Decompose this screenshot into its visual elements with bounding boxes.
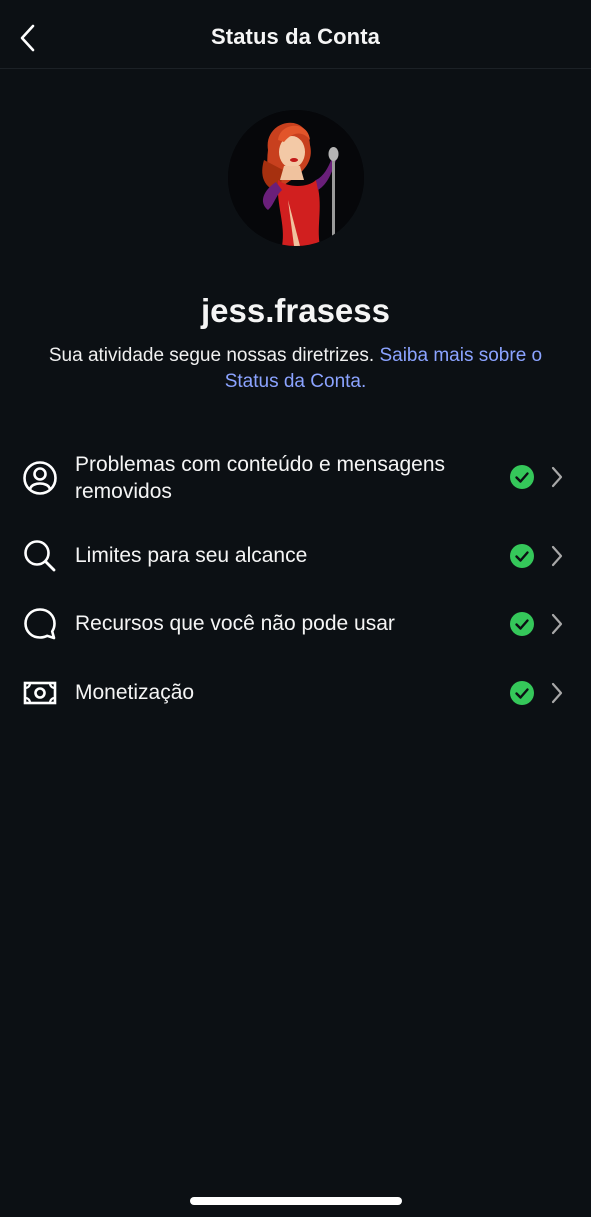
list-item-reach-limits[interactable]: Limites para seu alcance [0,532,591,580]
avatar [228,110,364,246]
check-circle-icon [510,544,534,568]
top-bar: Status da Conta [0,0,591,69]
check-circle-icon [510,681,534,705]
list-item-label: Limites para seu alcance [75,544,308,567]
status-description-text: Sua atividade segue nossas diretrizes. [48,345,375,366]
chevron-right-icon [551,613,563,635]
avatar-illustration [228,110,364,246]
check-circle-icon [510,465,534,489]
chevron-right-icon [551,682,563,704]
list-item-label: Recursos que você não pode usar [75,612,395,635]
list-item-restricted-features[interactable]: Recursos que você não pode usar [0,600,591,648]
check-circle-icon [510,612,534,636]
list-item-removed-content[interactable]: Problemas com conteúdo e mensagens remov… [0,448,591,510]
list-item-label: Problemas com conteúdo e mensagens remov… [75,453,446,503]
user-circle-icon [22,460,58,496]
status-description: Sua atividade segue nossas diretrizes. S… [40,343,551,395]
search-icon [22,538,58,574]
page-title: Status da Conta [211,24,380,49]
username: jess.frasess [201,292,390,329]
chevron-right-icon [551,466,563,488]
list-item-monetization[interactable]: Monetização [0,669,591,717]
list-item-label: Monetização [75,681,195,704]
money-icon [22,675,58,711]
home-indicator[interactable] [190,1197,402,1205]
chevron-right-icon [551,545,563,567]
chat-bubble-icon [22,606,58,642]
